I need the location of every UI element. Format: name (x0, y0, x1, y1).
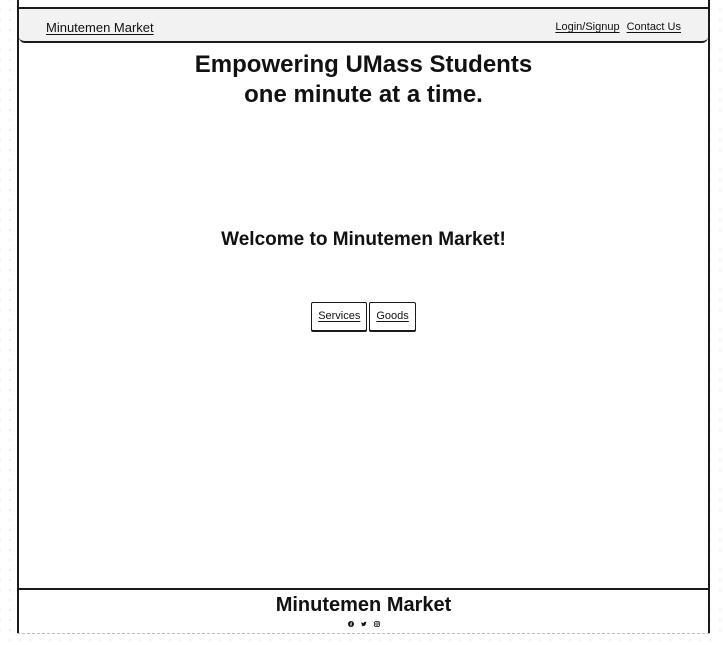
page-frame: Minutemen Market Login/Signup Contact Us… (17, 0, 710, 633)
welcome-heading: Welcome to Minutemen Market! (221, 229, 506, 250)
facebook-icon[interactable] (347, 621, 354, 627)
footer-title: Minutemen Market (275, 594, 452, 616)
brand-link[interactable]: Minutemen Market (46, 20, 154, 35)
category-buttons: Services Goods (19, 302, 708, 331)
login-signup-link[interactable]: Login/Signup (555, 21, 619, 33)
canvas-dashed-edge (17, 633, 710, 634)
hero-line-2: one minute at a time. (244, 81, 483, 108)
nav-links: Login/Signup Contact Us (555, 21, 681, 33)
twitter-icon[interactable] (360, 621, 367, 627)
services-button[interactable]: Services (311, 302, 368, 331)
top-navbar: Minutemen Market Login/Signup Contact Us (19, 9, 708, 43)
hero-heading: Empowering UMass Students one minute at … (19, 50, 708, 110)
goods-button[interactable]: Goods (369, 302, 416, 331)
social-links (19, 621, 708, 627)
footer: Minutemen Market (19, 588, 708, 633)
hero-line-1: Empowering UMass Students (194, 51, 533, 78)
instagram-icon[interactable] (373, 621, 380, 627)
window-top-border (19, 0, 708, 9)
contact-us-link[interactable]: Contact Us (627, 21, 681, 33)
